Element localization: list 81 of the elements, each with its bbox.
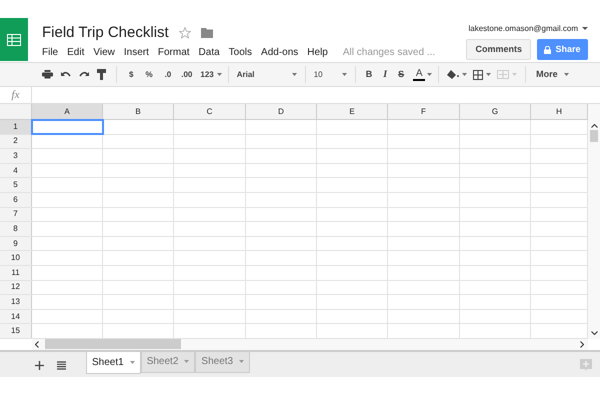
- column-header[interactable]: B: [103, 104, 174, 119]
- scroll-up-icon[interactable]: [590, 124, 598, 128]
- column-header[interactable]: E: [317, 104, 388, 119]
- caret-icon[interactable]: [427, 73, 432, 76]
- menu-item[interactable]: View: [93, 45, 115, 60]
- font-size-dropdown[interactable]: 10: [306, 68, 355, 80]
- row-header[interactable]: 14: [0, 310, 32, 324]
- row-header[interactable]: 13: [0, 295, 32, 309]
- caret-icon: [512, 73, 518, 76]
- fill-color-icon[interactable]: [447, 69, 460, 80]
- add-sheet-icon[interactable]: [35, 360, 44, 370]
- row-header[interactable]: 15: [0, 324, 32, 338]
- menu-item[interactable]: Format: [158, 45, 190, 60]
- scroll-right-icon[interactable]: [580, 340, 584, 348]
- star-icon[interactable]: [178, 27, 191, 39]
- column-header[interactable]: C: [174, 104, 246, 119]
- row-header[interactable]: 7: [0, 208, 32, 222]
- menu-item[interactable]: Help: [307, 45, 328, 60]
- redo-icon[interactable]: [79, 71, 89, 78]
- caret-icon[interactable]: [462, 73, 468, 76]
- decrease-decimals-button[interactable]: .0: [164, 68, 172, 80]
- comments-button[interactable]: Comments: [466, 39, 531, 60]
- sheet-tab[interactable]: Sheet1: [86, 352, 141, 374]
- font-dropdown[interactable]: Arial: [228, 68, 305, 80]
- paint-format-icon[interactable]: [97, 69, 106, 80]
- caret-icon: [292, 73, 297, 76]
- row-header[interactable]: 10: [0, 251, 32, 265]
- merge-cells-icon: [497, 70, 510, 79]
- column-header[interactable]: F: [388, 104, 460, 119]
- menu-item[interactable]: File: [42, 45, 58, 60]
- horizontal-scrollbar[interactable]: [32, 338, 588, 350]
- app-logo[interactable]: [0, 18, 28, 61]
- menu-item[interactable]: Insert: [124, 45, 149, 60]
- row-header[interactable]: 4: [0, 164, 32, 178]
- vertical-scrollbar[interactable]: [588, 104, 600, 339]
- row-header[interactable]: 3: [0, 149, 32, 163]
- row-header[interactable]: 12: [0, 280, 32, 294]
- print-icon[interactable]: [42, 70, 53, 79]
- row-header[interactable]: 2: [0, 134, 32, 148]
- strikethrough-button[interactable]: S: [398, 68, 404, 82]
- undo-icon[interactable]: [61, 71, 71, 78]
- italic-button[interactable]: I: [383, 67, 388, 82]
- row-header[interactable]: 8: [0, 222, 32, 236]
- more-button[interactable]: More: [536, 68, 558, 82]
- column-header[interactable]: D: [246, 104, 317, 119]
- caret-icon[interactable]: [564, 73, 569, 76]
- menu-item[interactable]: Add-ons: [261, 45, 298, 60]
- formula-label: fx: [0, 86, 32, 104]
- caret-icon[interactable]: [216, 73, 222, 76]
- row-header[interactable]: 6: [0, 192, 32, 207]
- selected-cell[interactable]: [32, 120, 103, 134]
- folder-icon[interactable]: [200, 28, 213, 38]
- scroll-thumb[interactable]: [590, 130, 598, 142]
- row-header[interactable]: 1: [0, 120, 32, 134]
- account-email[interactable]: lakestone.omason@gmail.com: [468, 23, 578, 35]
- row-header[interactable]: 11: [0, 266, 32, 280]
- row-header[interactable]: 9: [0, 236, 32, 250]
- caret-icon[interactable]: [582, 27, 588, 31]
- document-title[interactable]: Field Trip Checklist: [42, 24, 169, 42]
- caret-icon[interactable]: [486, 73, 492, 76]
- menu-item[interactable]: Tools: [228, 45, 252, 60]
- increase-decimals-button[interactable]: .00: [181, 68, 192, 80]
- menu-icon[interactable]: [57, 360, 66, 370]
- menu-item[interactable]: Data: [198, 45, 220, 60]
- currency-button[interactable]: $: [129, 68, 134, 80]
- column-header[interactable]: G: [460, 104, 531, 119]
- scroll-left-icon[interactable]: [35, 340, 39, 348]
- lock-icon: [544, 46, 552, 54]
- column-header[interactable]: A: [32, 104, 103, 119]
- scroll-down-icon[interactable]: [590, 330, 598, 335]
- percent-button[interactable]: %: [145, 68, 153, 80]
- sheets-logo-icon: [7, 34, 21, 46]
- bold-button[interactable]: B: [366, 68, 372, 82]
- scroll-thumb[interactable]: [45, 339, 181, 350]
- number-format-button[interactable]: 123: [200, 68, 214, 80]
- caret-icon: [342, 73, 347, 76]
- text-color-button[interactable]: A: [413, 68, 426, 80]
- borders-icon[interactable]: [473, 70, 484, 80]
- save-status: All changes saved ...: [342, 46, 436, 60]
- row-header[interactable]: 5: [0, 178, 32, 192]
- menu-item[interactable]: Edit: [67, 45, 84, 60]
